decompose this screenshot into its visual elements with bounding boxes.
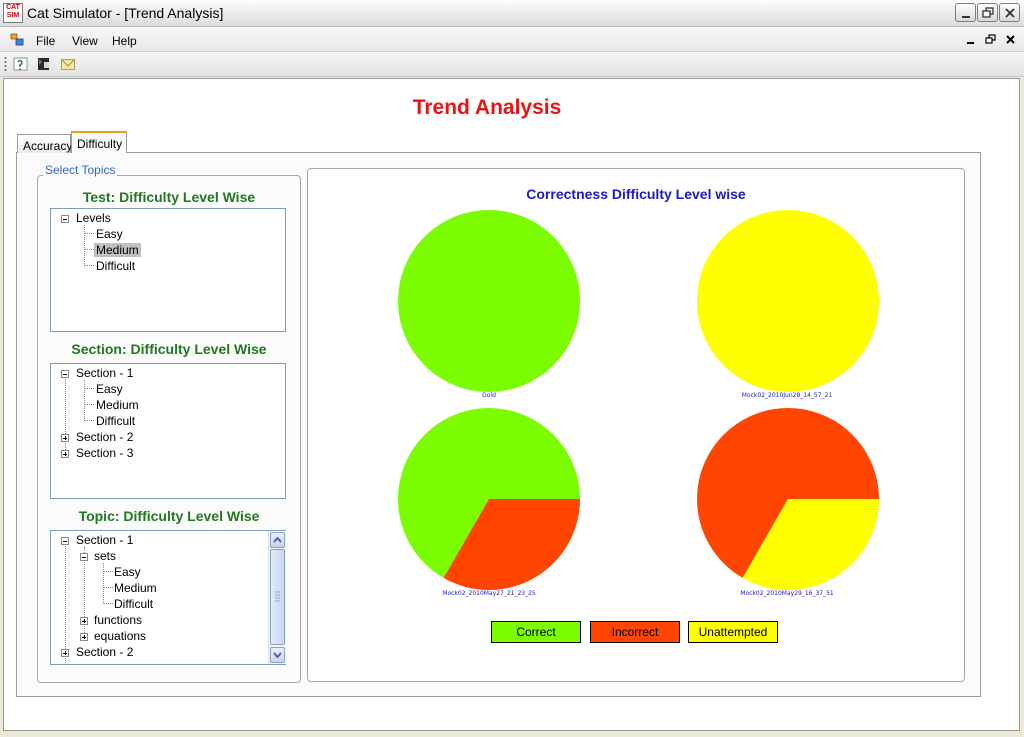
tree-node-section-2[interactable]: Section - 2 [76, 430, 133, 444]
tree-node-equations[interactable]: equations [94, 629, 146, 643]
tree-line [84, 225, 85, 266]
toolbar [0, 52, 1024, 77]
tree-line [85, 233, 94, 234]
pie-label: Gold [482, 392, 496, 399]
section-heading: Section: Difficulty Level Wise [71, 341, 267, 357]
menu-bar [0, 27, 1024, 52]
scroll-thumb[interactable] [270, 549, 285, 645]
mdi-close-icon[interactable] [1005, 34, 1017, 46]
cat-icon[interactable] [36, 56, 53, 72]
legend-unattempted: Unattempted [688, 621, 778, 643]
expand-icon[interactable] [61, 434, 69, 442]
test-tree[interactable]: Levels Easy Medium Difficult [50, 208, 286, 332]
tree-node-medium[interactable]: Medium [96, 398, 139, 412]
menu-view[interactable]: View [72, 34, 98, 48]
tree-node-medium[interactable]: Medium [114, 581, 157, 595]
chevron-down-icon [273, 652, 282, 659]
expand-icon[interactable] [61, 649, 69, 657]
pie-slice-correct [398, 210, 580, 392]
topic-heading: Topic: Difficulty Level Wise [78, 508, 260, 524]
expand-icon[interactable] [80, 617, 88, 625]
mdi-child-icon[interactable] [10, 33, 24, 46]
tree-node-levels[interactable]: Levels [76, 211, 111, 225]
close-button[interactable] [999, 3, 1020, 22]
expand-icon[interactable] [61, 450, 69, 458]
topic-tree[interactable]: Section - 1 sets Easy Medium Difficult f… [50, 530, 286, 665]
tree-line [84, 380, 85, 421]
tree-line [85, 404, 94, 405]
collapse-icon[interactable] [80, 553, 88, 561]
minimize-icon [962, 16, 970, 18]
pie-label: Mock02_2010May27_21_23_25 [442, 590, 536, 597]
tab-difficulty[interactable]: Difficulty [71, 131, 127, 153]
minimize-button[interactable] [955, 3, 976, 22]
app-icon-text-bottom: SIM [6, 12, 20, 19]
expand-icon[interactable] [80, 633, 88, 641]
tree-node-difficult[interactable]: Difficult [96, 414, 135, 428]
tree-line [104, 587, 113, 588]
grip-icon [275, 591, 280, 602]
tree-node-medium[interactable]: Medium [94, 243, 141, 257]
tree-line [65, 376, 66, 454]
pie-label: Mock02_2010Jun28_14_57_21 [741, 392, 833, 399]
tree-node-easy[interactable]: Easy [96, 227, 123, 241]
status-bar [0, 731, 1024, 737]
app-icon[interactable]: CAT SIM [3, 3, 23, 23]
tree-node-difficult[interactable]: Difficult [96, 259, 135, 273]
tree-node-section-1[interactable]: Section - 1 [76, 533, 133, 547]
mail-icon[interactable] [60, 56, 77, 72]
restore-icon [982, 7, 994, 18]
pie-chart-area [398, 210, 879, 590]
collapse-icon[interactable] [61, 370, 69, 378]
tab-accuracy[interactable]: Accuracy [17, 134, 72, 153]
tree-node-difficult[interactable]: Difficult [114, 597, 153, 611]
tree-node-sets[interactable]: sets [94, 549, 116, 563]
help-icon[interactable] [13, 56, 30, 72]
test-heading: Test: Difficulty Level Wise [82, 189, 256, 205]
tree-node-functions[interactable]: functions [94, 613, 142, 627]
page-title: Trend Analysis [412, 96, 562, 119]
collapse-icon[interactable] [61, 215, 69, 223]
pie-slice-unattempted [697, 210, 879, 392]
section-tree[interactable]: Section - 1 Easy Medium Difficult Sectio… [50, 363, 286, 499]
app-icon-text-top: CAT [6, 4, 20, 11]
tree-line [85, 420, 94, 421]
tree-line [103, 563, 104, 604]
toolbar-grip-icon[interactable] [4, 56, 7, 72]
tree-line [65, 543, 66, 664]
tree-node-section-2[interactable]: Section - 2 [76, 645, 133, 659]
scroll-down-button[interactable] [270, 647, 285, 663]
tree-line [104, 603, 113, 604]
tree-node-easy[interactable]: Easy [114, 565, 141, 579]
menu-file[interactable]: File [36, 34, 55, 48]
legend-incorrect: Incorrect [590, 621, 680, 643]
tree-line [85, 265, 94, 266]
select-topics-legend: Select Topics [43, 163, 118, 177]
tree-line [85, 388, 94, 389]
tree-line [104, 571, 113, 572]
restore-button[interactable] [977, 3, 998, 22]
tree-node-easy[interactable]: Easy [96, 382, 123, 396]
mdi-minimize-icon[interactable] [965, 34, 977, 46]
close-icon [1005, 8, 1015, 18]
pie-label: Mock02_2010May29_16_37_51 [740, 590, 834, 597]
collapse-icon[interactable] [61, 537, 69, 545]
chevron-up-icon [273, 536, 282, 543]
legend-correct: Correct [491, 621, 581, 643]
topic-tree-scrollbar[interactable] [268, 531, 286, 664]
tree-line [85, 249, 94, 250]
tree-node-section-3[interactable]: Section - 3 [76, 446, 133, 460]
window-title: Cat Simulator - [Trend Analysis] [27, 5, 224, 21]
tree-node-section-1[interactable]: Section - 1 [76, 366, 133, 380]
scroll-up-button[interactable] [270, 532, 285, 548]
menu-help[interactable]: Help [112, 34, 137, 48]
mdi-restore-icon[interactable] [985, 34, 997, 46]
